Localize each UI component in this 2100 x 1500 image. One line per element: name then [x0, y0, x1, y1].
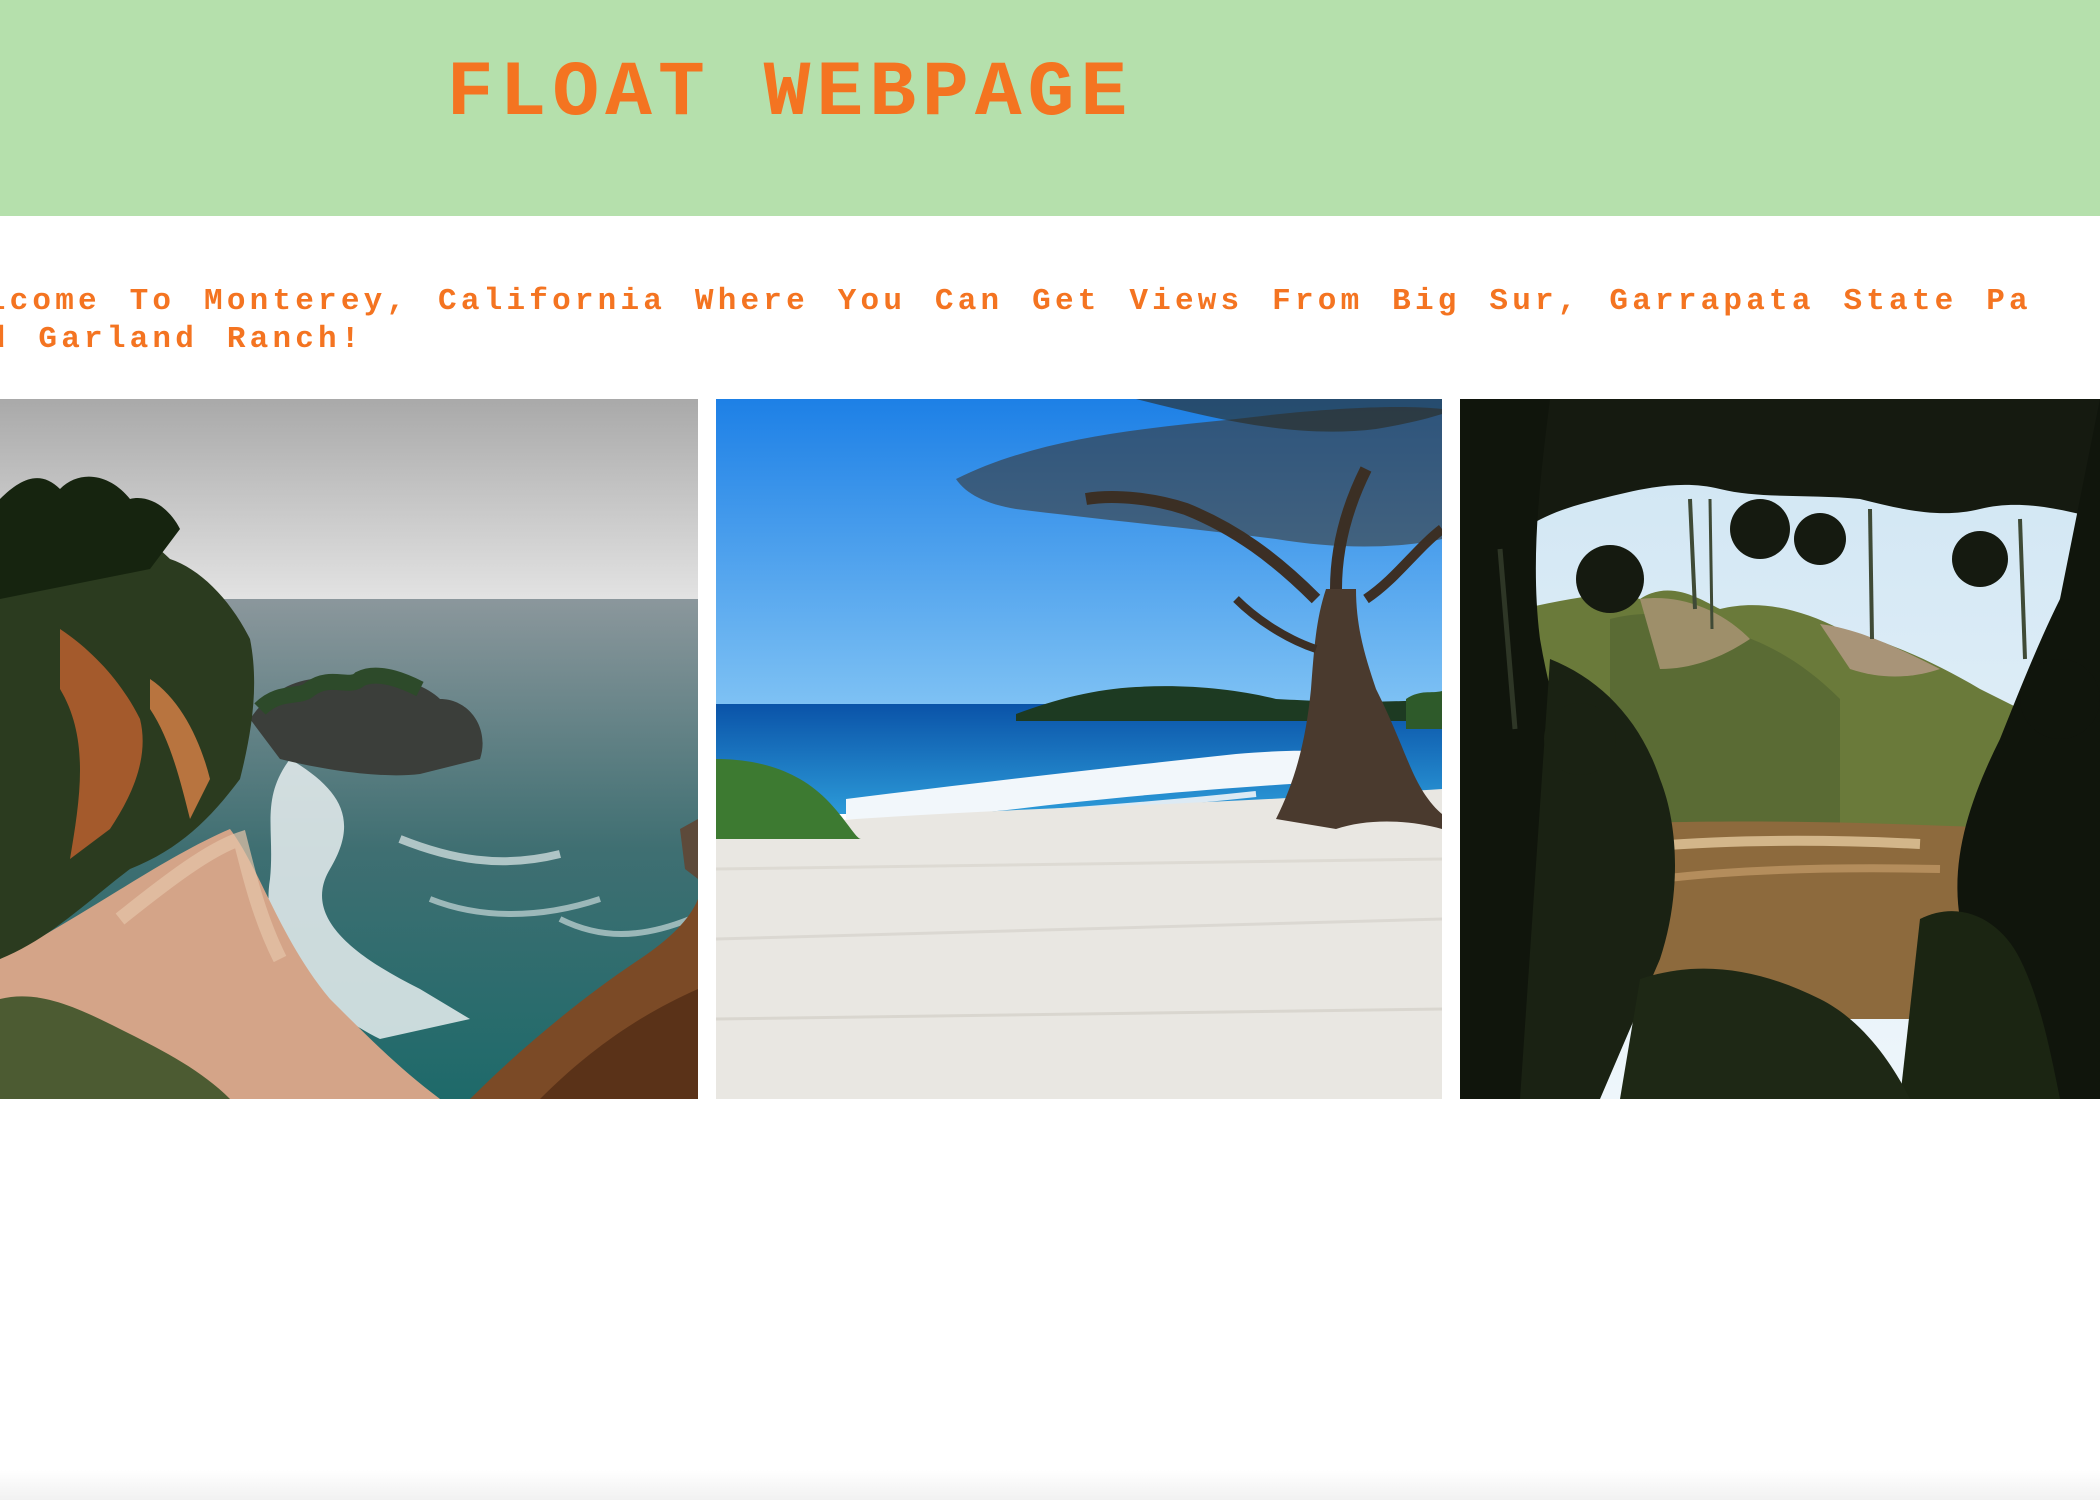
intro-text: elcome To Monterey, California Where You…: [0, 283, 2100, 359]
gallery-image-mountain-valley: [1460, 399, 2100, 1099]
photo-gallery: [0, 399, 2100, 1099]
site-title: FLOAT WEBPAGE: [446, 50, 1134, 138]
intro-line-1: elcome To Monterey, California Where You…: [0, 284, 2032, 319]
page-bottom-edge: [0, 1470, 2100, 1500]
mountain-valley-picture: [1460, 399, 2100, 1099]
page: FLOAT WEBPAGE elcome To Monterey, Califo…: [0, 0, 2100, 1500]
cypress-beach-picture: [716, 399, 1442, 1099]
site-header: FLOAT WEBPAGE: [0, 0, 2100, 216]
coastal-cove-picture: [0, 399, 698, 1099]
gallery-image-cypress-beach: [716, 399, 1442, 1099]
gallery-image-coastal-cove: [0, 399, 698, 1099]
intro-line-2: nd Garland Ranch!: [0, 322, 364, 357]
